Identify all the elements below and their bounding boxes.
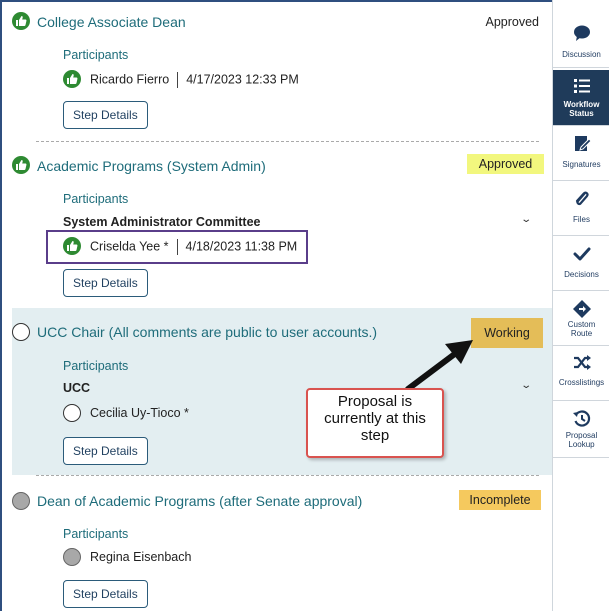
right-sidebar: Discussion Workflow Status Signatures Fi… [552, 0, 609, 611]
workflow-panel: College Associate Dean Approved Particip… [0, 0, 553, 611]
sidebar-item-label: Custom [567, 320, 596, 329]
route-diamond-icon [553, 299, 609, 319]
chat-bubble-icon [553, 23, 609, 43]
sidebar-item-crosslistings[interactable]: Crosslistings [553, 347, 609, 401]
sidebar-item-signatures[interactable]: Signatures [553, 127, 609, 181]
paperclip-icon [553, 189, 609, 209]
workflow-steps: College Associate Dean Approved Particip… [12, 2, 553, 611]
sidebar-item-label: Crosslistings [558, 378, 605, 387]
annotation-callout: Proposal is currently at this step [306, 388, 444, 458]
checkmark-icon [553, 244, 609, 264]
sidebar-item-label: Proposal [565, 431, 598, 440]
sidebar-item-decisions[interactable]: Decisions [553, 237, 609, 291]
sidebar-item-label: Lookup [568, 440, 595, 449]
sidebar-item-label: Workflow [563, 100, 600, 109]
sidebar-item-label: Status [569, 109, 594, 118]
annotation-arrow [405, 340, 473, 392]
history-icon [553, 409, 609, 429]
sidebar-item-label: Route [570, 329, 593, 338]
callout-line: step [360, 427, 390, 444]
sidebar-item-label: Discussion [562, 50, 601, 59]
callout-line: currently at this [324, 410, 426, 427]
sidebar-item-label: Signatures [562, 160, 601, 169]
sidebar-item-label: Decisions [564, 270, 599, 279]
sidebar-item-workflow-status[interactable]: Workflow Status [553, 70, 609, 126]
sidebar-item-label: Files [573, 215, 590, 224]
sidebar-item-proposal-lookup[interactable]: Proposal Lookup [553, 402, 609, 458]
callout-line: Proposal is [337, 393, 413, 410]
sidebar-item-custom-route[interactable]: Custom Route [553, 292, 609, 346]
sidebar-item-discussion[interactable]: Discussion [553, 16, 609, 68]
signature-icon [553, 134, 609, 154]
list-icon [553, 77, 609, 97]
sidebar-item-files[interactable]: Files [553, 182, 609, 236]
shuffle-icon [553, 354, 609, 374]
